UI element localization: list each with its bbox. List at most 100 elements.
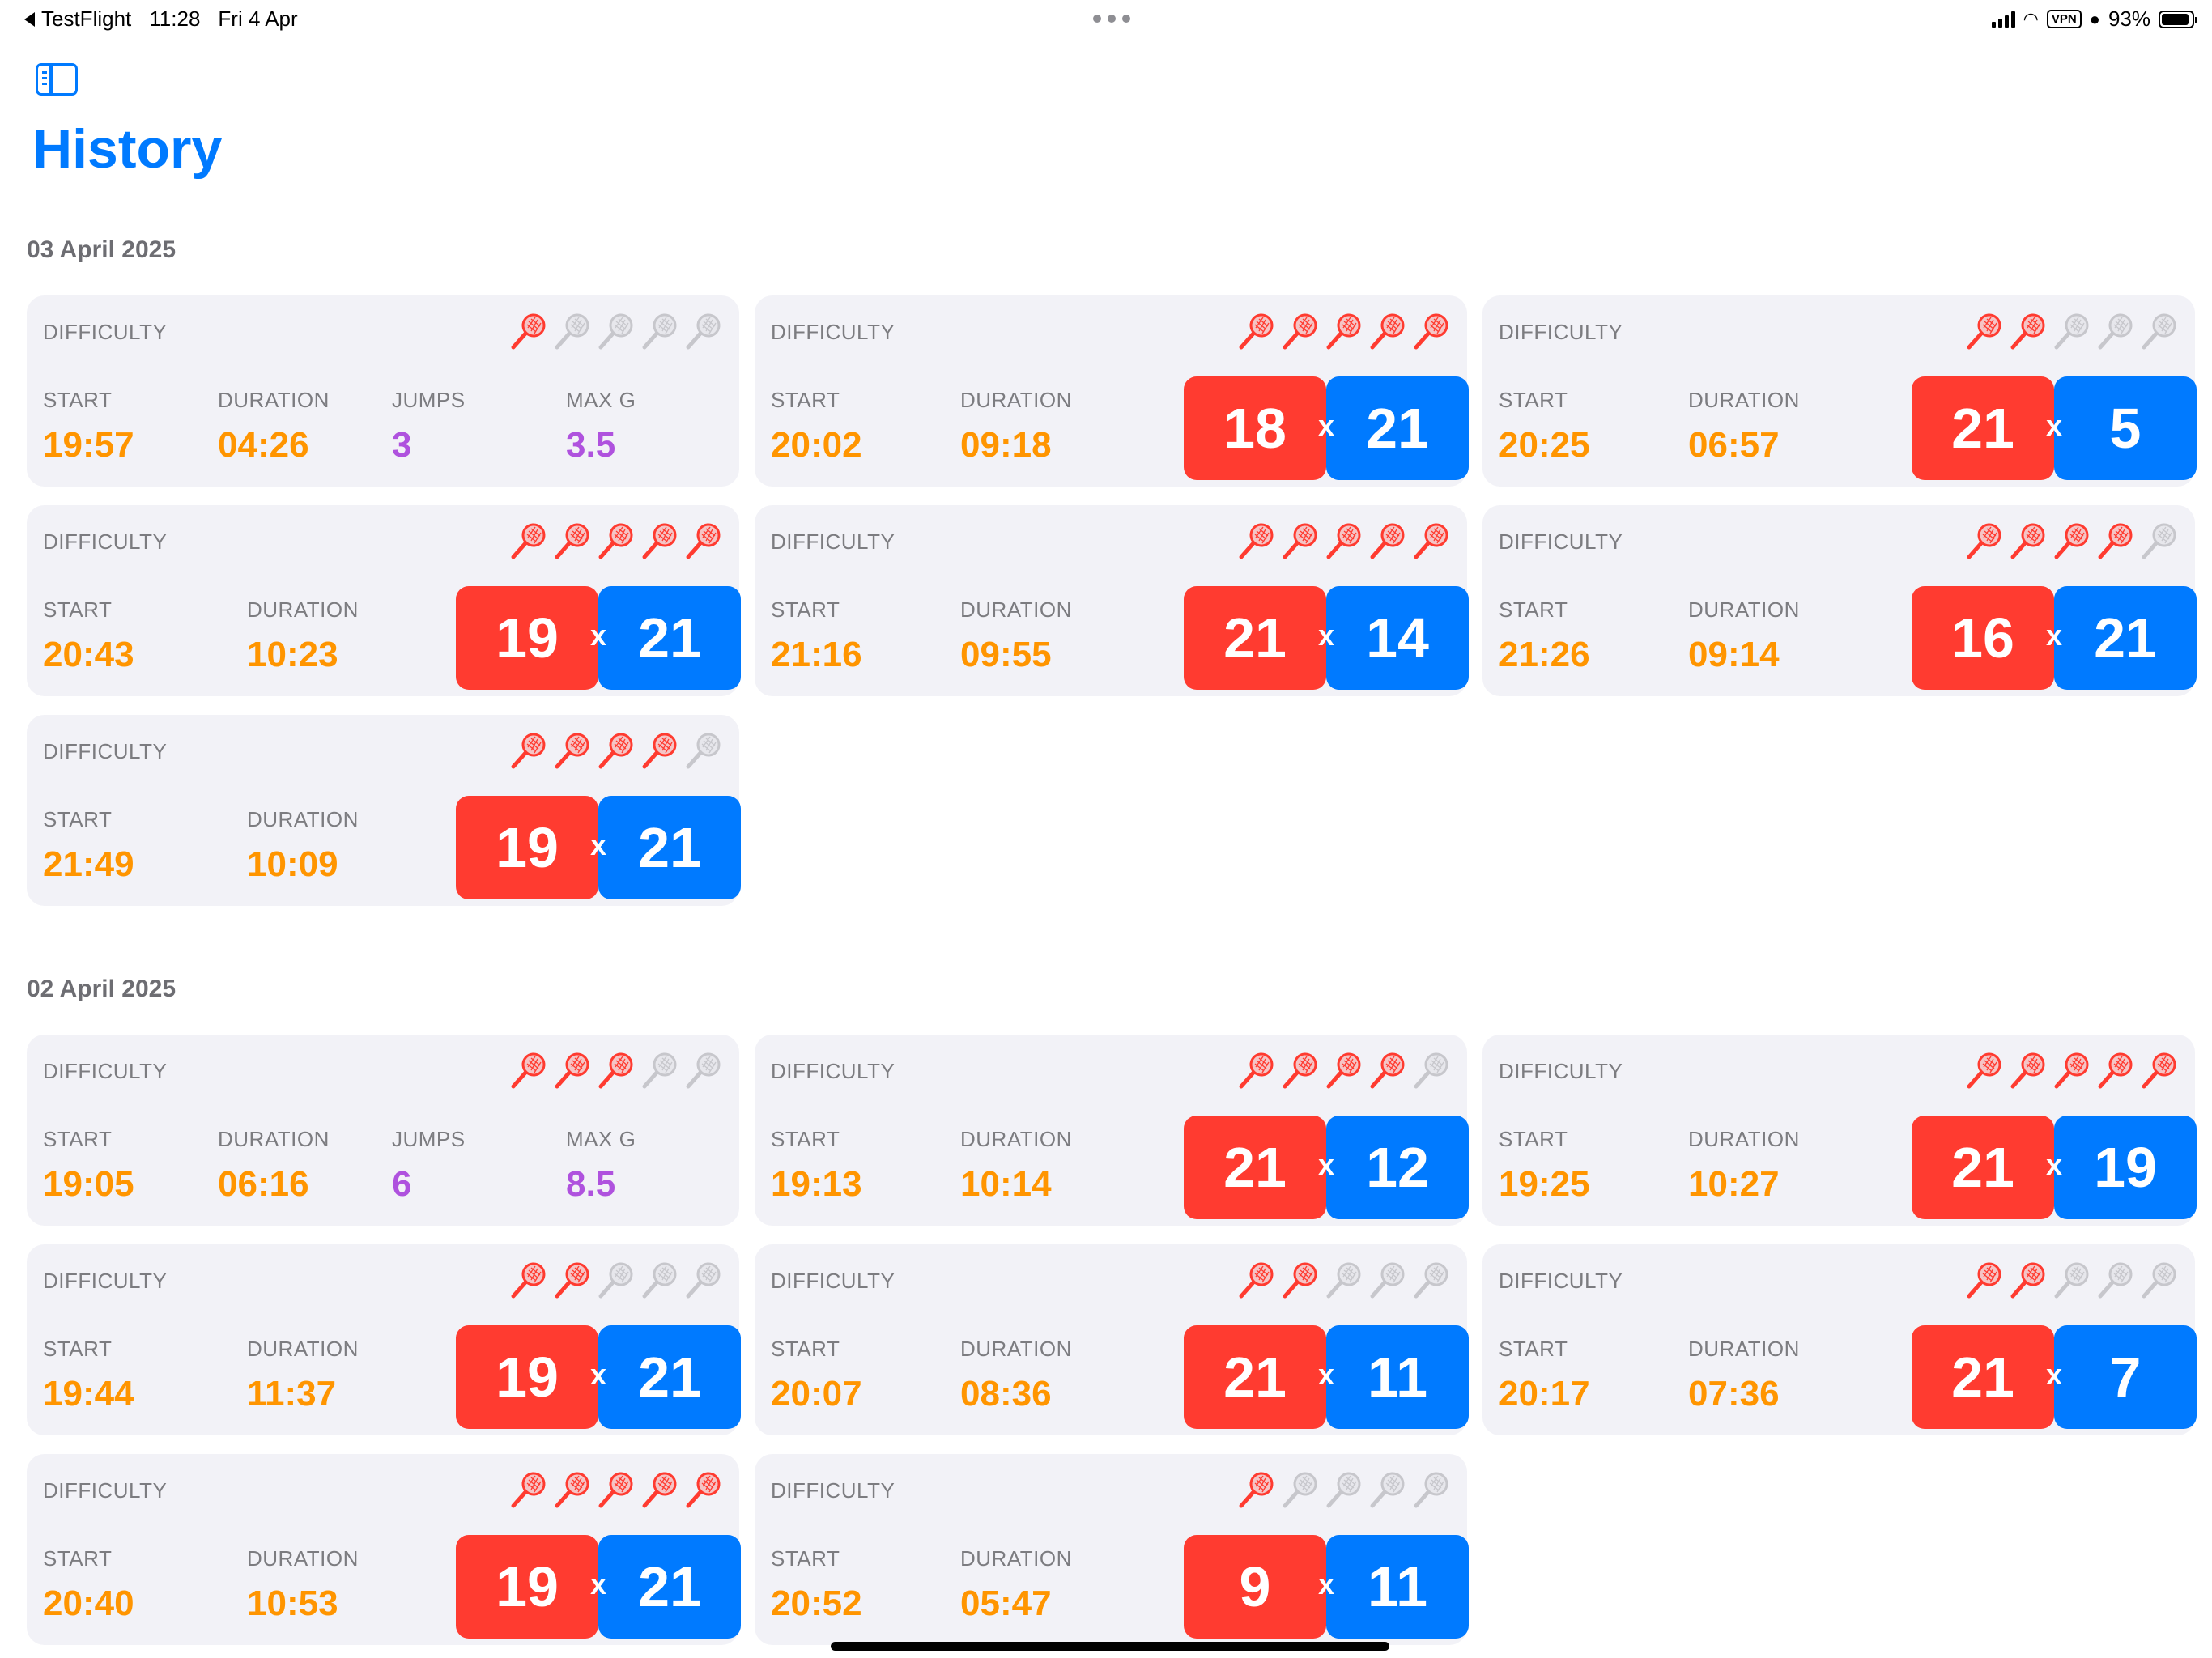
red-team-score: 21 [1912,376,2054,480]
jumps-value: 3 [392,425,412,465]
session-card[interactable]: DIFFICULTY [27,1244,741,1435]
red-team-score: 19 [456,1535,598,1639]
start-label: START [43,1337,113,1361]
score-separator: x [1317,1567,1335,1601]
session-card[interactable]: DIFFICULTY [755,1244,1469,1435]
score-board: 19 21 x [456,1325,741,1429]
session-card[interactable]: DIFFICULTY [1482,295,2197,487]
session-card[interactable]: DIFFICULTY [755,1035,1469,1226]
duration-label: DURATION [960,1546,1072,1571]
racquet-icon [598,1052,633,1089]
sidebar-toggle-icon[interactable] [36,63,78,96]
score-board: 21 7 x [1912,1325,2197,1429]
start-value: 20:07 [771,1374,862,1414]
duration-value: 10:09 [247,844,338,884]
start-label: START [1499,597,1568,622]
start-value: 20:52 [771,1584,862,1623]
difficulty-label: DIFFICULTY [43,320,168,344]
racquet-icon [511,523,546,559]
start-value: 19:57 [43,425,134,465]
racquet-icon [1283,1472,1317,1508]
session-card[interactable]: DIFFICULTY [755,505,1469,696]
multitasking-dots-icon[interactable] [1093,15,1130,23]
session-card[interactable]: DIFFICULTY [755,295,1469,487]
score-board: 16 21 x [1912,586,2197,690]
difficulty-rating [508,521,723,562]
session-card[interactable]: DIFFICULTY [27,505,741,696]
session-card[interactable]: DIFFICULTY [1482,1244,2197,1435]
difficulty-rating [508,1261,723,1301]
difficulty-label: DIFFICULTY [43,739,168,763]
session-card[interactable]: DIFFICULTY [27,715,741,906]
session-card[interactable]: DIFFICULTY [27,1035,739,1226]
racquet-icon [511,1472,546,1508]
difficulty-label: DIFFICULTY [771,1059,895,1083]
status-date: Fri 4 Apr [218,6,298,31]
start-value: 19:25 [1499,1164,1590,1204]
battery-percent: 93% [2108,6,2150,31]
score-board: 9 11 x [1184,1535,1469,1639]
racquet-icon [686,1262,721,1299]
blue-team-score: 19 [2054,1116,2197,1219]
racquet-icon [686,523,721,559]
racquet-icon [555,523,589,559]
score-board: 21 5 x [1912,376,2197,480]
racquet-icon [1326,523,1361,559]
start-label: START [771,1337,840,1361]
difficulty-label: DIFFICULTY [43,1059,168,1083]
blue-team-score: 7 [2054,1325,2197,1429]
racquet-icon [1414,1052,1448,1089]
score-separator: x [1317,1148,1335,1181]
session-card[interactable]: DIFFICULTY [1482,1035,2197,1226]
difficulty-label: DIFFICULTY [1499,1059,1623,1083]
start-value: 21:26 [1499,635,1590,674]
start-label: START [43,807,113,831]
session-card[interactable]: DIFFICULTY [27,295,739,487]
red-team-score: 21 [1184,586,1326,690]
score-separator: x [1317,409,1335,442]
back-arrow-icon[interactable] [24,11,35,27]
blue-team-score: 21 [1326,376,1469,480]
start-value: 20:17 [1499,1374,1590,1414]
racquet-icon [642,1262,677,1299]
duration-value: 10:27 [1688,1164,1780,1204]
racquet-icon [555,733,589,769]
difficulty-rating [508,731,723,772]
duration-value: 07:36 [1688,1374,1780,1414]
start-label: START [1499,1127,1568,1151]
start-value: 19:13 [771,1164,862,1204]
home-indicator[interactable] [831,1642,1389,1651]
racquet-icon [555,313,589,350]
session-card[interactable]: DIFFICULTY [1482,505,2197,696]
back-app-label[interactable]: TestFlight [41,6,131,32]
score-board: 19 21 x [456,586,741,690]
racquet-icon [598,1262,633,1299]
racquet-icon [1283,1262,1317,1299]
duration-label: DURATION [247,597,359,622]
racquet-icon [2054,523,2089,559]
difficulty-rating [508,1470,723,1511]
start-label: START [1499,388,1568,412]
racquet-icon [642,1472,677,1508]
racquet-icon [1239,1052,1274,1089]
racquet-icon [1239,1472,1274,1508]
session-card[interactable]: DIFFICULTY [27,1454,741,1645]
racquet-icon [1239,313,1274,350]
start-label: START [43,1546,113,1571]
score-separator: x [2045,619,2063,652]
start-value: 19:05 [43,1164,134,1204]
difficulty-label: DIFFICULTY [771,320,895,344]
session-card[interactable]: DIFFICULTY [755,1454,1469,1645]
red-team-score: 21 [1184,1325,1326,1429]
duration-label: DURATION [247,1337,359,1361]
start-value: 20:02 [771,425,862,465]
difficulty-rating [1236,1261,1451,1301]
score-separator: x [589,619,607,652]
racquet-icon [642,523,677,559]
duration-value: 06:57 [1688,425,1780,465]
racquet-icon [1967,523,2001,559]
difficulty-label: DIFFICULTY [43,1478,168,1503]
racquet-icon [2054,313,2089,350]
red-team-score: 19 [456,796,598,899]
duration-label: DURATION [1688,1127,1800,1151]
